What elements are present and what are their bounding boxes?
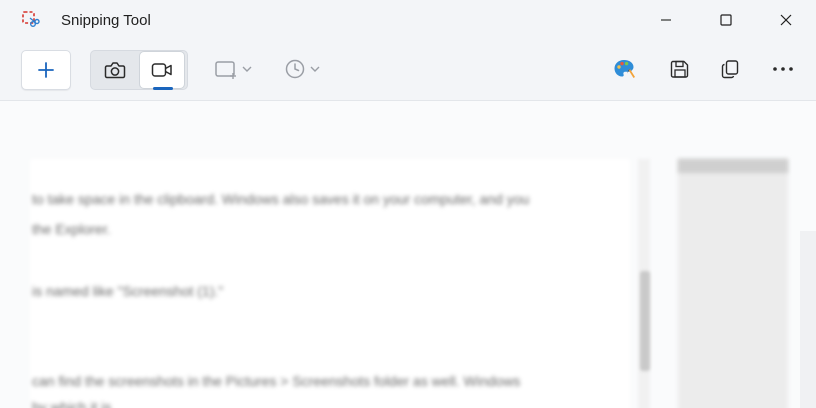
copy-button[interactable]: [711, 50, 749, 88]
preview-text-line: to take space in the clipboard. Windows …: [32, 191, 530, 207]
window-title: Snipping Tool: [61, 12, 151, 29]
blurred-side-panel-header: [678, 159, 788, 173]
blurred-document-preview: to take space in the clipboard. Windows …: [30, 159, 630, 408]
preview-text-line: the Explorer.: [32, 221, 111, 237]
chevron-down-icon: [310, 66, 320, 72]
snip-mode-button[interactable]: [92, 51, 138, 89]
close-button[interactable]: [758, 0, 814, 40]
content-edge: [800, 231, 816, 408]
more-icon: [773, 67, 793, 71]
maximize-button[interactable]: [698, 0, 754, 40]
maximize-icon: [720, 14, 732, 26]
more-options-button[interactable]: [764, 50, 802, 88]
minimize-button[interactable]: [638, 0, 694, 40]
record-mode-button[interactable]: [139, 51, 185, 90]
toolbar: [0, 40, 816, 100]
chevron-down-icon: [242, 66, 252, 72]
copy-icon: [721, 60, 739, 79]
selected-mode-indicator: [153, 87, 173, 90]
delay-dropdown[interactable]: [284, 50, 320, 88]
mode-toggle-group: [90, 50, 188, 90]
snip-shape-dropdown[interactable]: [214, 50, 252, 88]
minimize-icon: [661, 19, 671, 21]
new-snip-button[interactable]: [21, 50, 71, 90]
save-button[interactable]: [661, 50, 699, 88]
plus-icon: [38, 62, 54, 78]
preview-scrollbar-thumb: [640, 271, 650, 371]
capture-preview-area: to take space in the clipboard. Windows …: [0, 100, 816, 408]
video-camera-icon: [151, 63, 172, 77]
title-bar: Snipping Tool: [0, 0, 816, 40]
edit-in-paint-button[interactable]: [605, 50, 643, 88]
camera-icon: [104, 62, 126, 79]
paint-palette-icon: [614, 60, 635, 78]
snipping-tool-window: Snipping Tool to take space in the clipb…: [0, 0, 816, 408]
preview-text-line: is named like "Screenshot (1).": [32, 283, 224, 299]
close-icon: [780, 14, 792, 26]
delay-clock-icon: [285, 59, 305, 79]
save-icon: [670, 60, 689, 78]
preview-text-line: can find the screenshots in the Pictures…: [32, 373, 521, 389]
blurred-side-panel: [678, 159, 788, 408]
snip-shape-icon: [215, 61, 236, 79]
preview-text-line: by which it is: [32, 399, 112, 408]
snipping-tool-app-icon: [22, 11, 40, 29]
